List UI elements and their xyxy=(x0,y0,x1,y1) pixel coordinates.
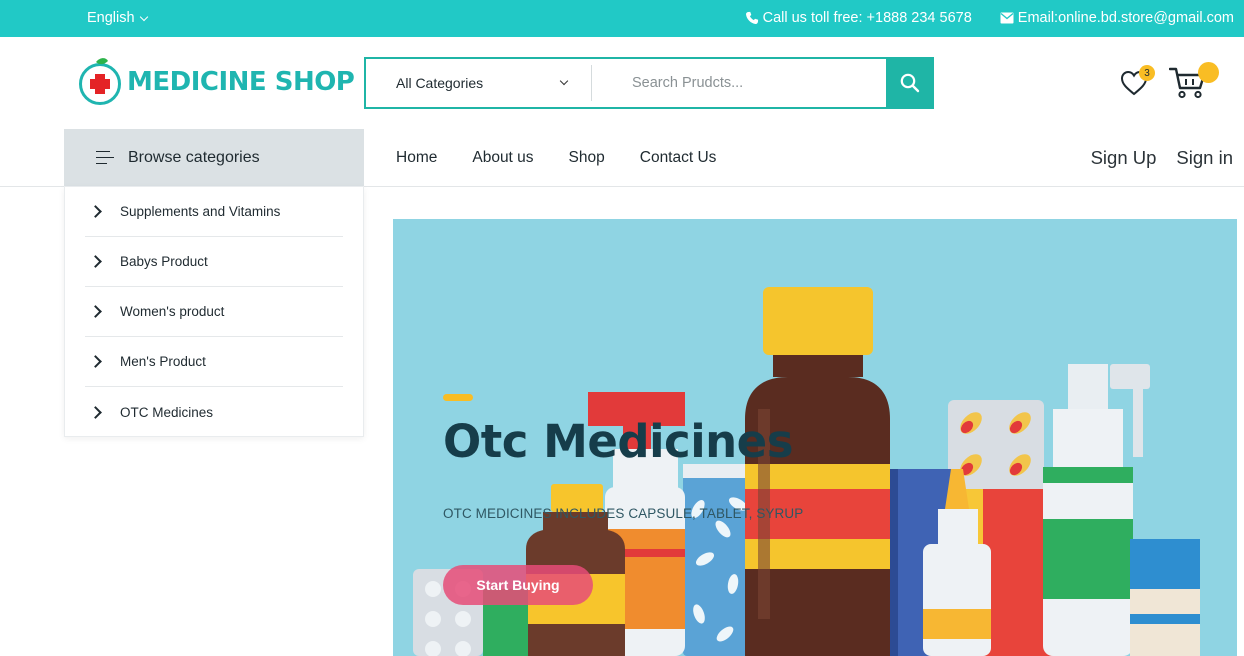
chevron-right-icon xyxy=(89,305,102,318)
sign-in-link[interactable]: Sign in xyxy=(1176,147,1233,169)
contact-info: Call us toll free: +1888 234 5678 Email:… xyxy=(745,10,1234,26)
chevron-down-icon xyxy=(559,76,569,86)
category-item-otc-medicines[interactable]: OTC Medicines xyxy=(85,387,343,437)
chevron-right-icon xyxy=(89,355,102,368)
hero-subtitle: OTC MEDICINES INCLUDES CAPSULE, TABLET, … xyxy=(443,506,804,521)
chevron-right-icon xyxy=(89,255,102,268)
category-item-supplements[interactable]: Supplements and Vitamins xyxy=(85,187,343,237)
logo[interactable]: MEDICINE SHOP xyxy=(78,58,355,106)
auth-links: Sign Up Sign in xyxy=(1091,147,1233,169)
category-select[interactable]: All Categories xyxy=(366,65,592,101)
nav-link-about[interactable]: About us xyxy=(472,149,533,167)
sign-up-link[interactable]: Sign Up xyxy=(1091,147,1157,169)
chevron-right-icon xyxy=(89,405,102,419)
category-item-babys-product[interactable]: Babys Product xyxy=(85,237,343,287)
phone-icon xyxy=(745,11,758,24)
chevron-down-icon xyxy=(139,12,148,21)
search-icon xyxy=(900,73,920,93)
hero-title: Otc Medicines xyxy=(443,415,793,468)
hero-accent-bar xyxy=(443,394,473,401)
nav-link-contact[interactable]: Contact Us xyxy=(640,149,717,167)
menu-icon xyxy=(96,150,114,165)
category-menu: Supplements and Vitamins Babys Product W… xyxy=(64,186,364,437)
hero-banner: Otc Medicines OTC MEDICINES INCLUDES CAP… xyxy=(393,219,1237,656)
start-buying-button[interactable]: Start Buying xyxy=(443,565,593,605)
logo-text: MEDICINE SHOP xyxy=(127,67,355,97)
language-selector[interactable]: English xyxy=(87,10,148,26)
wishlist-count-badge: 3 xyxy=(1139,65,1155,81)
category-select-value: All Categories xyxy=(396,75,484,91)
category-label: Women's product xyxy=(120,304,225,319)
language-label: English xyxy=(87,10,135,26)
category-label: Supplements and Vitamins xyxy=(120,204,281,219)
category-label: Men's Product xyxy=(120,354,206,369)
category-item-mens-product[interactable]: Men's Product xyxy=(85,337,343,387)
nav-link-home[interactable]: Home xyxy=(396,149,437,167)
envelope-icon xyxy=(1000,12,1014,24)
email-contact[interactable]: Email:online.bd.store@gmail.com xyxy=(1000,10,1234,26)
browse-categories-button[interactable]: Browse categories xyxy=(64,129,364,186)
search-button[interactable] xyxy=(886,57,934,109)
nav-link-shop[interactable]: Shop xyxy=(569,149,605,167)
phone-contact[interactable]: Call us toll free: +1888 234 5678 xyxy=(745,10,972,26)
search-bar: All Categories xyxy=(364,57,934,109)
category-label: OTC Medicines xyxy=(120,404,214,420)
main-nav: Home About us Shop Contact Us xyxy=(396,149,716,167)
browse-categories-label: Browse categories xyxy=(128,148,260,166)
cart-badge xyxy=(1198,62,1219,83)
category-item-womens-product[interactable]: Women's product xyxy=(85,287,343,337)
medical-cross-logo-icon xyxy=(79,58,121,105)
top-bar: English Call us toll free: +1888 234 567… xyxy=(0,0,1244,37)
chevron-right-icon xyxy=(89,205,102,218)
phone-text: Call us toll free: +1888 234 5678 xyxy=(762,10,972,26)
search-input[interactable] xyxy=(592,59,886,107)
category-label: Babys Product xyxy=(120,254,208,269)
email-text: Email:online.bd.store@gmail.com xyxy=(1017,10,1234,26)
